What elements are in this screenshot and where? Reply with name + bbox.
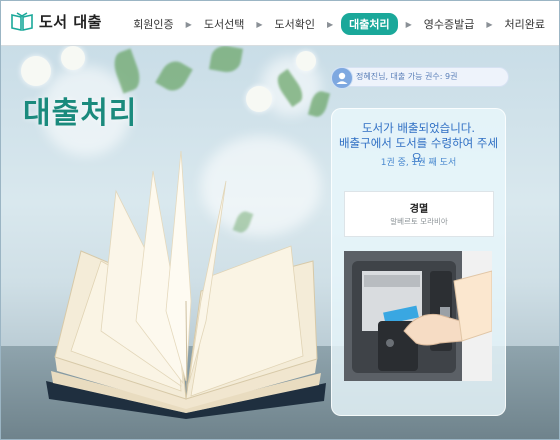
- blossom-shape: [61, 46, 85, 70]
- dispense-message: 도서가 배출되었습니다.: [361, 121, 476, 135]
- book-count-text: 1권 중, 1권 째 도서: [380, 158, 457, 168]
- leaf-shape: [155, 56, 193, 96]
- step-loan-process: 대출처리: [341, 13, 398, 35]
- page-title: 대출처리: [23, 96, 138, 131]
- blossom-shape: [296, 51, 316, 71]
- pickup-slot-illustration: [344, 251, 492, 381]
- book-icon: [11, 11, 33, 31]
- step-book-select: 도서선택: [203, 18, 245, 31]
- blossom-shape: [21, 56, 51, 86]
- step-indicator: 회원인증 ▶ 도서선택 ▶ 도서확인 ▶ 대출처리 ▶ 영수증발급 ▶ 처리완료: [129, 13, 549, 35]
- user-loan-info: 정혜진님, 대출 가능 권수: 9권: [356, 72, 458, 81]
- user-info-bar: 정혜진님, 대출 가능 권수: 9권: [331, 67, 509, 89]
- step-book-confirm: 도서확인: [274, 18, 315, 31]
- blossom-shape: [246, 86, 272, 112]
- step-receipt: 영수증발급: [423, 18, 475, 31]
- step-arrow-icon: ▶: [326, 19, 334, 29]
- hero-background: 대출처리 정혜진님, 대출 가능 권수: 9권 도서가 배출되었습니다. 배출구…: [1, 46, 559, 439]
- book-author: 알베르토 모라비아: [390, 217, 448, 226]
- app-logo: 도서 대출: [11, 11, 102, 32]
- book-card: 경멸 알베르토 모라비아: [344, 191, 494, 237]
- step-arrow-icon: ▶: [405, 19, 412, 29]
- app-title: 도서 대출: [39, 13, 102, 31]
- step-member-auth: 회원인증: [133, 18, 174, 31]
- step-complete: 처리완료: [504, 18, 545, 31]
- book-title: 경멸: [409, 204, 429, 215]
- kiosk-window: 도서 대출 회원인증 ▶ 도서선택 ▶ 도서확인 ▶ 대출처리 ▶ 영수증발급 …: [0, 0, 560, 440]
- user-avatar-icon: [331, 67, 353, 89]
- step-arrow-icon: ▶: [486, 19, 493, 29]
- header: 도서 대출 회원인증 ▶ 도서선택 ▶ 도서확인 ▶ 대출처리 ▶ 영수증발급 …: [1, 1, 559, 46]
- loan-status-panel: 도서가 배출되었습니다. 배출구에서 도서를 수령하여 주세요. 1권 중, 1…: [331, 108, 506, 416]
- step-arrow-icon: ▶: [185, 19, 192, 29]
- leaf-shape: [208, 46, 244, 75]
- open-book-illustration: [46, 151, 326, 419]
- step-arrow-icon: ▶: [256, 19, 263, 29]
